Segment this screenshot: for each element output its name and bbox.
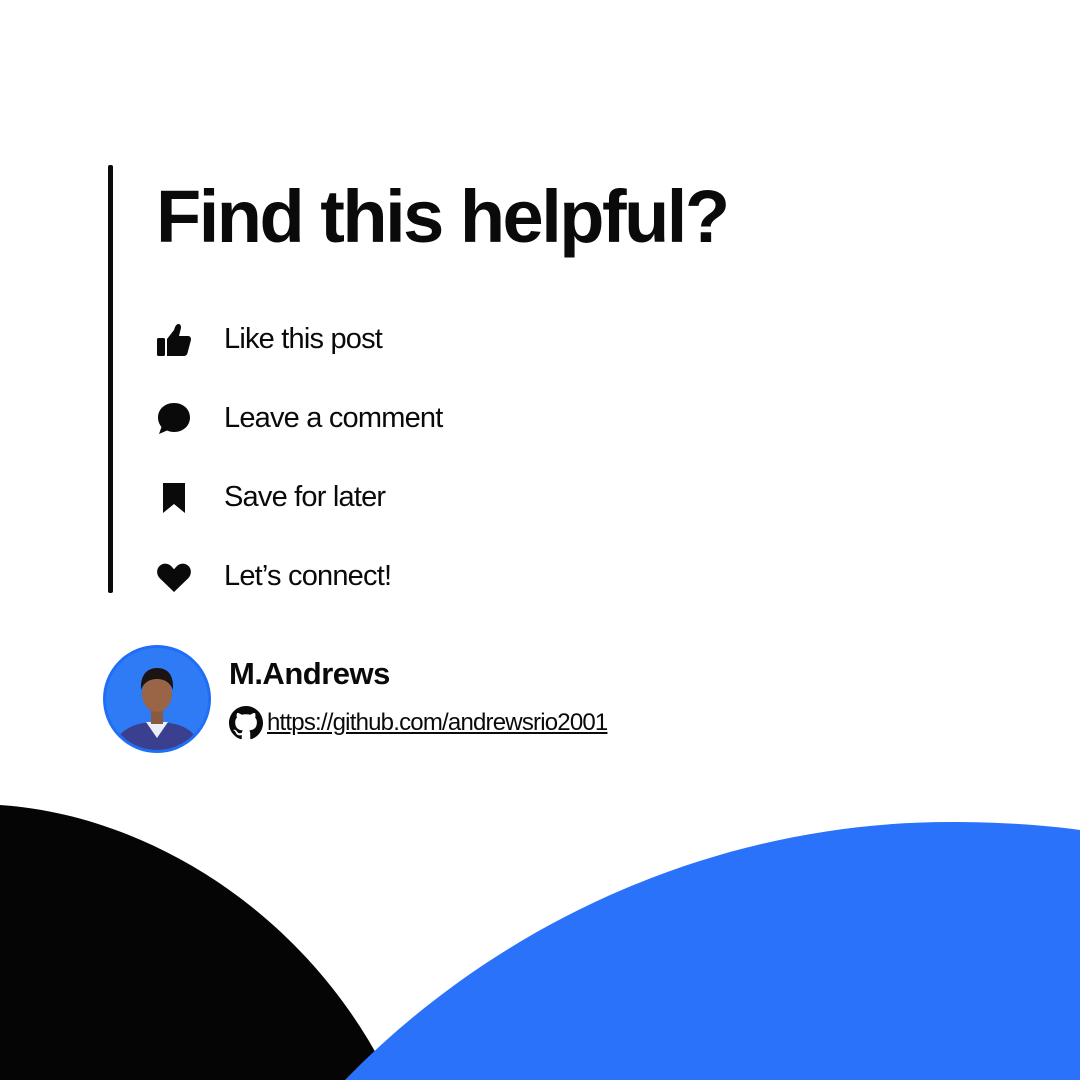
author-name: M.Andrews <box>229 656 390 691</box>
thumbs-up-icon <box>154 320 194 360</box>
github-icon <box>229 706 267 740</box>
blue-wave-shape <box>345 822 1080 1080</box>
bookmark-icon <box>154 478 194 518</box>
black-wave-shape <box>0 805 390 1080</box>
action-save[interactable]: Save for later <box>154 458 443 537</box>
avatar-portrait <box>106 648 208 750</box>
action-connect[interactable]: Let’s connect! <box>154 537 443 616</box>
action-connect-label: Let’s connect! <box>224 560 392 592</box>
heart-icon <box>154 557 194 597</box>
github-row: https://github.com/andrewsrio2001 <box>229 706 608 740</box>
action-comment[interactable]: Leave a comment <box>154 379 443 458</box>
action-list: Like this post Leave a comment Save for … <box>154 300 443 616</box>
action-like-label: Like this post <box>224 323 383 355</box>
accent-bar <box>108 165 113 593</box>
headline: Find this helpful? <box>156 175 730 258</box>
comment-icon <box>154 399 194 439</box>
avatar <box>103 645 211 753</box>
github-profile-link[interactable]: https://github.com/andrewsrio2001 <box>267 709 608 737</box>
action-comment-label: Leave a comment <box>224 402 443 434</box>
action-like[interactable]: Like this post <box>154 300 443 379</box>
action-save-label: Save for later <box>224 481 386 513</box>
